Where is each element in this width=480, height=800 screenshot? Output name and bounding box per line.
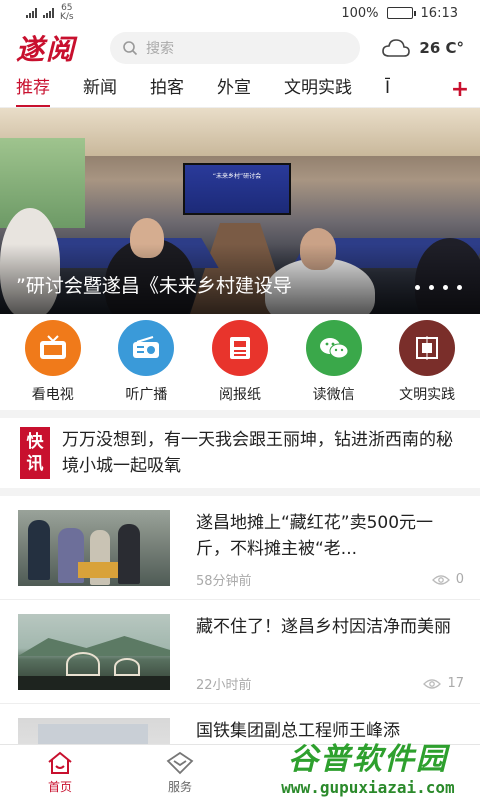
quicknav-label: 文明实践 — [399, 387, 456, 403]
quicknav-civilization[interactable]: 文明实践 — [382, 320, 472, 404]
home-icon — [48, 751, 72, 774]
search-input[interactable]: 搜索 — [110, 32, 360, 64]
news-title: 藏不住了！遂昌乡村因洁净而美丽 — [196, 617, 451, 637]
search-icon — [123, 41, 138, 56]
quicknav-newspaper[interactable]: 阅报纸 — [195, 320, 285, 404]
nav-home-label: 首页 — [47, 779, 72, 794]
carousel-dot — [415, 285, 420, 290]
news-thumbnail — [18, 614, 170, 690]
network-speed: 65 K/s — [60, 4, 74, 22]
view-count: 0 — [431, 572, 464, 587]
carousel-indicator — [415, 285, 462, 290]
wechat-icon — [305, 320, 362, 376]
news-body: 遂昌地摊上“藏红花”卖500元一斤，不料摊主被“老... 58分钟前 0 — [196, 510, 464, 589]
carousel-dot — [443, 285, 448, 290]
tab-civilization[interactable]: 文明实践 — [284, 70, 352, 107]
quick-nav: 看电视 听广播 阅报纸 读微信 文明实践 — [0, 314, 480, 418]
tab-paike[interactable]: 拍客 — [150, 70, 184, 107]
radio-icon — [118, 320, 175, 376]
add-tab-button[interactable]: + — [440, 70, 480, 107]
watermark: 谷普软件园 www.gupuxiazai.com — [262, 734, 474, 797]
nav-service-label: 服务 — [167, 779, 192, 794]
search-placeholder: 搜索 — [146, 41, 174, 57]
app-logo: 遂阅 — [16, 33, 77, 66]
news-time: 58分钟前 — [196, 574, 252, 589]
news-meta: 58分钟前 0 — [196, 570, 464, 589]
battery-percent: 100% — [341, 5, 379, 21]
quicknav-label: 阅报纸 — [218, 387, 261, 403]
flash-badge-top: 快 — [26, 432, 44, 452]
view-count: 17 — [423, 676, 464, 691]
signal-icon — [43, 8, 54, 18]
tv-icon — [24, 320, 81, 376]
quicknav-label: 听广播 — [125, 387, 168, 403]
watermark-url: www.gupuxiazai.com — [281, 778, 455, 797]
signal-icon — [26, 8, 37, 18]
news-time: 22小时前 — [196, 678, 252, 693]
speed-unit: K/s — [60, 12, 74, 22]
hero-banner[interactable]: “未来乡村”研讨会 ”研讨会暨遂昌《未来乡村建设导 — [0, 108, 480, 314]
news-item[interactable]: 遂昌地摊上“藏红花”卖500元一斤，不料摊主被“老... 58分钟前 0 — [0, 496, 480, 600]
nav-service[interactable]: 服务 — [120, 745, 240, 800]
watermark-title: 谷普软件园 — [288, 742, 448, 777]
civilization-icon — [399, 320, 456, 376]
category-tabs: 推荐 新闻 拍客 外宣 文明实践 Ī + — [0, 70, 480, 108]
quicknav-label: 看电视 — [31, 387, 74, 403]
quicknav-radio[interactable]: 听广播 — [101, 320, 191, 404]
hero-screen: “未来乡村”研讨会 — [183, 163, 291, 215]
news-title: 遂昌地摊上“藏红花”卖500元一斤，不料摊主被“老... — [196, 513, 434, 559]
quicknav-tv[interactable]: 看电视 — [8, 320, 98, 404]
weather[interactable]: 26 C° — [381, 37, 464, 59]
app-header: 遂阅 搜索 26 C° — [0, 26, 480, 70]
quicknav-label: 读微信 — [312, 387, 355, 403]
quicknav-wechat[interactable]: 读微信 — [289, 320, 379, 404]
flash-badge-bottom: 讯 — [26, 454, 44, 474]
hero-caption: ”研讨会暨遂昌《未来乡村建设导 — [16, 275, 292, 297]
carousel-dot — [429, 285, 434, 290]
battery-icon — [386, 7, 416, 19]
view-count-value: 0 — [455, 572, 464, 587]
diamond-icon — [166, 751, 194, 774]
eye-icon — [423, 678, 442, 689]
cloud-icon — [382, 39, 411, 57]
news-body: 藏不住了！遂昌乡村因洁净而美丽 22小时前 17 — [196, 614, 464, 693]
flash-badge: 快 讯 — [20, 427, 50, 479]
eye-icon — [431, 574, 450, 585]
nav-home[interactable]: 首页 — [0, 745, 120, 800]
tab-partial[interactable]: Ī — [385, 70, 390, 107]
tab-news[interactable]: 新闻 — [83, 70, 117, 107]
clock: 16:13 — [420, 5, 458, 21]
tab-waixuan[interactable]: 外宣 — [217, 70, 251, 107]
view-count-value: 17 — [447, 676, 464, 691]
flash-headline: 万万没想到，有一天我会跟王丽坤，钻进浙西南的秘境小城一起吸氧 — [62, 430, 453, 476]
status-right: 100% 16:13 — [341, 6, 458, 21]
news-thumbnail — [18, 510, 170, 586]
status-bar: 65 K/s 100% 16:13 — [0, 0, 480, 26]
tab-recommend[interactable]: 推荐 — [16, 70, 50, 107]
flash-news[interactable]: 快 讯 万万没想到，有一天我会跟王丽坤，钻进浙西南的秘境小城一起吸氧 — [0, 418, 480, 496]
newspaper-icon — [211, 320, 268, 376]
plus-icon: + — [450, 76, 470, 102]
screen-text: “未来乡村”研讨会 — [212, 173, 262, 180]
status-left: 65 K/s — [26, 4, 74, 22]
carousel-dot — [457, 285, 462, 290]
temperature: 26 C° — [419, 39, 464, 57]
news-meta: 22小时前 17 — [196, 674, 464, 693]
news-item[interactable]: 藏不住了！遂昌乡村因洁净而美丽 22小时前 17 — [0, 600, 480, 704]
